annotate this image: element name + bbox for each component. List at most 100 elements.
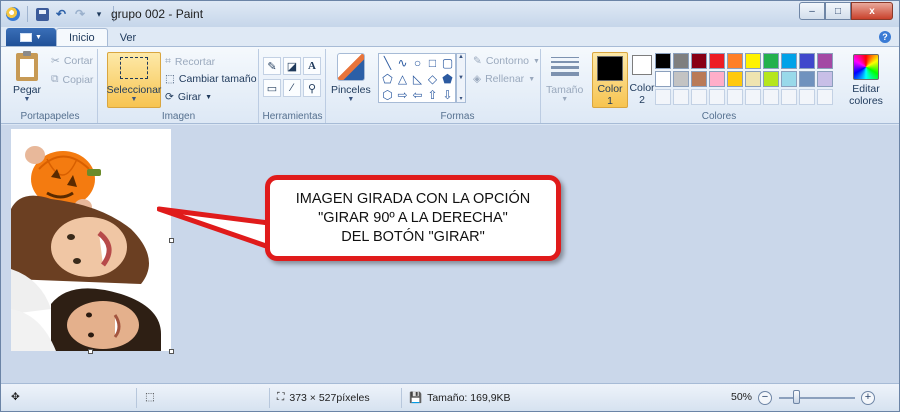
fill-button[interactable]: ◈ Rellenar ▼ [473, 73, 535, 85]
chevron-down-icon[interactable]: ▼ [458, 75, 464, 81]
custom-color-slot[interactable] [745, 89, 761, 105]
resize-button[interactable]: ⬚ Cambiar tamaño [165, 73, 257, 85]
group-imagen: Seleccionar ▼ ⌗ Recortar ⬚ Cambiar tamañ… [99, 49, 259, 123]
color-swatch[interactable] [673, 71, 689, 87]
custom-color-slot[interactable] [781, 89, 797, 105]
tab-inicio[interactable]: Inicio [56, 28, 108, 47]
toolbar-divider [27, 6, 28, 22]
save-icon[interactable] [34, 6, 50, 22]
edit-colors-button[interactable]: Editar colores [847, 54, 885, 107]
callout-line-1: IMAGEN GIRADA CON LA OPCIÓN [295, 190, 531, 207]
color-picker-icon[interactable]: ⁄ [283, 79, 301, 97]
right-arrow-shape-icon[interactable]: ⇨ [395, 87, 410, 103]
color-swatch[interactable] [817, 71, 833, 87]
canvas-area[interactable]: IMAGEN GIRADA CON LA OPCIÓN "GIRAR 90º A… [1, 125, 899, 383]
custom-color-slot[interactable] [709, 89, 725, 105]
text-tool-icon[interactable]: A [303, 57, 321, 75]
left-arrow-shape-icon[interactable]: ⇦ [410, 87, 425, 103]
color-swatch[interactable] [799, 71, 815, 87]
diamond-shape-icon[interactable]: ◇ [425, 71, 440, 87]
polygon-shape-icon[interactable]: ⬠ [380, 71, 395, 87]
fill-label: Rellenar [485, 73, 525, 85]
custom-color-slot[interactable] [727, 89, 743, 105]
canvas-image[interactable] [11, 129, 171, 351]
help-icon[interactable]: ? [879, 31, 891, 43]
color-swatch[interactable] [691, 53, 707, 69]
down-arrow-shape-icon[interactable]: ⇩ [440, 87, 455, 103]
rounded-rectangle-shape-icon[interactable]: ▢ [440, 55, 455, 71]
hexagon-shape-icon[interactable]: ⬡ [380, 87, 395, 103]
custom-color-slot[interactable] [799, 89, 815, 105]
expand-gallery-icon[interactable]: ▾ [459, 95, 462, 102]
color-swatch[interactable] [763, 71, 779, 87]
minimize-button[interactable]: – [799, 2, 825, 20]
line-shape-icon[interactable]: ╲ [380, 55, 395, 71]
color-swatch[interactable] [745, 71, 761, 87]
pentagon-shape-icon[interactable]: ⬟ [440, 71, 455, 87]
color2-button[interactable]: Color 2 [629, 55, 655, 106]
copy-button[interactable]: ⧉ Copiar [51, 73, 93, 86]
shapes-gallery[interactable]: ╲ ∿ ○ □ ▢ ⬠ △ ◺ ◇ ⬟ ⬡ ⇨ ⇦ ⇧ ⇩ [378, 53, 456, 103]
color-swatch[interactable] [763, 53, 779, 69]
crop-button[interactable]: ⌗ Recortar [165, 55, 215, 68]
color-swatch[interactable] [781, 71, 797, 87]
size-button[interactable]: Tamaño ▼ [546, 55, 583, 103]
outline-button[interactable]: ✎ Contorno ▼ [473, 55, 540, 67]
close-button[interactable]: x [851, 2, 893, 20]
color-swatch[interactable] [727, 53, 743, 69]
fill-bucket-icon[interactable]: ◪ [283, 57, 301, 75]
color-swatch[interactable] [745, 53, 761, 69]
status-divider [136, 388, 137, 408]
rotate-button[interactable]: ⟳ Girar ▼ [165, 91, 212, 103]
triangle-shape-icon[interactable]: △ [395, 71, 410, 87]
color-swatch[interactable] [709, 53, 725, 69]
eraser-icon[interactable]: ▭ [263, 79, 281, 97]
color1-button[interactable]: Color 1 [592, 52, 628, 108]
color2-number: 2 [639, 94, 645, 106]
magnifier-icon[interactable]: ⚲ [303, 79, 321, 97]
right-triangle-shape-icon[interactable]: ◺ [410, 71, 425, 87]
undo-icon[interactable]: ↶ [53, 6, 69, 22]
color-swatch[interactable] [781, 53, 797, 69]
redo-icon[interactable]: ↷ [72, 6, 88, 22]
rectangle-shape-icon[interactable]: □ [425, 55, 440, 71]
zoom-slider-track[interactable] [779, 397, 855, 399]
tab-ver[interactable]: Ver [108, 28, 149, 47]
chevron-up-icon[interactable]: ▲ [458, 54, 464, 60]
zoom-slider-thumb[interactable] [793, 390, 800, 404]
color-swatch[interactable] [673, 53, 689, 69]
custom-color-slot[interactable] [763, 89, 779, 105]
custom-color-slot[interactable] [673, 89, 689, 105]
color-swatch[interactable] [799, 53, 815, 69]
group-colores: Color 1 Color 2 Editar colores Colores [589, 49, 889, 123]
file-menu-button[interactable]: ▼ [6, 28, 56, 47]
shapes-scroll[interactable]: ▲ ▼ ▾ [456, 53, 466, 103]
custom-color-slot[interactable] [691, 89, 707, 105]
cut-button[interactable]: ✂ Cortar [51, 55, 93, 67]
brushes-button[interactable]: Pinceles ▼ [331, 53, 371, 103]
color-swatch[interactable] [691, 71, 707, 87]
resize-handle-bottom[interactable] [88, 349, 93, 354]
up-arrow-shape-icon[interactable]: ⇧ [425, 87, 440, 103]
customize-toolbar-icon[interactable]: ▾ [91, 6, 107, 22]
status-bar: ✥ ⬚ ⛶ 373 × 527píxeles 💾 Tamaño: 169,9KB… [1, 383, 899, 411]
crop-icon: ⌗ [165, 55, 171, 67]
oval-shape-icon[interactable]: ○ [410, 55, 425, 71]
paste-button[interactable]: Pegar ▼ [13, 51, 41, 103]
zoom-in-button[interactable]: + [861, 391, 875, 405]
zoom-out-button[interactable]: − [758, 391, 772, 405]
maximize-button[interactable]: □ [825, 2, 851, 20]
select-button[interactable]: Seleccionar ▼ [107, 52, 161, 108]
custom-color-slot[interactable] [817, 89, 833, 105]
custom-color-slot[interactable] [655, 89, 671, 105]
color-swatch[interactable] [727, 71, 743, 87]
color-swatch[interactable] [655, 53, 671, 69]
disk-icon: 💾 [409, 392, 423, 404]
pencil-icon[interactable]: ✎ [263, 57, 281, 75]
paint-app-icon[interactable] [5, 6, 21, 22]
resize-handle-corner[interactable] [169, 349, 174, 354]
color-swatch[interactable] [709, 71, 725, 87]
curve-shape-icon[interactable]: ∿ [395, 55, 410, 71]
color-swatch[interactable] [655, 71, 671, 87]
color-swatch[interactable] [817, 53, 833, 69]
